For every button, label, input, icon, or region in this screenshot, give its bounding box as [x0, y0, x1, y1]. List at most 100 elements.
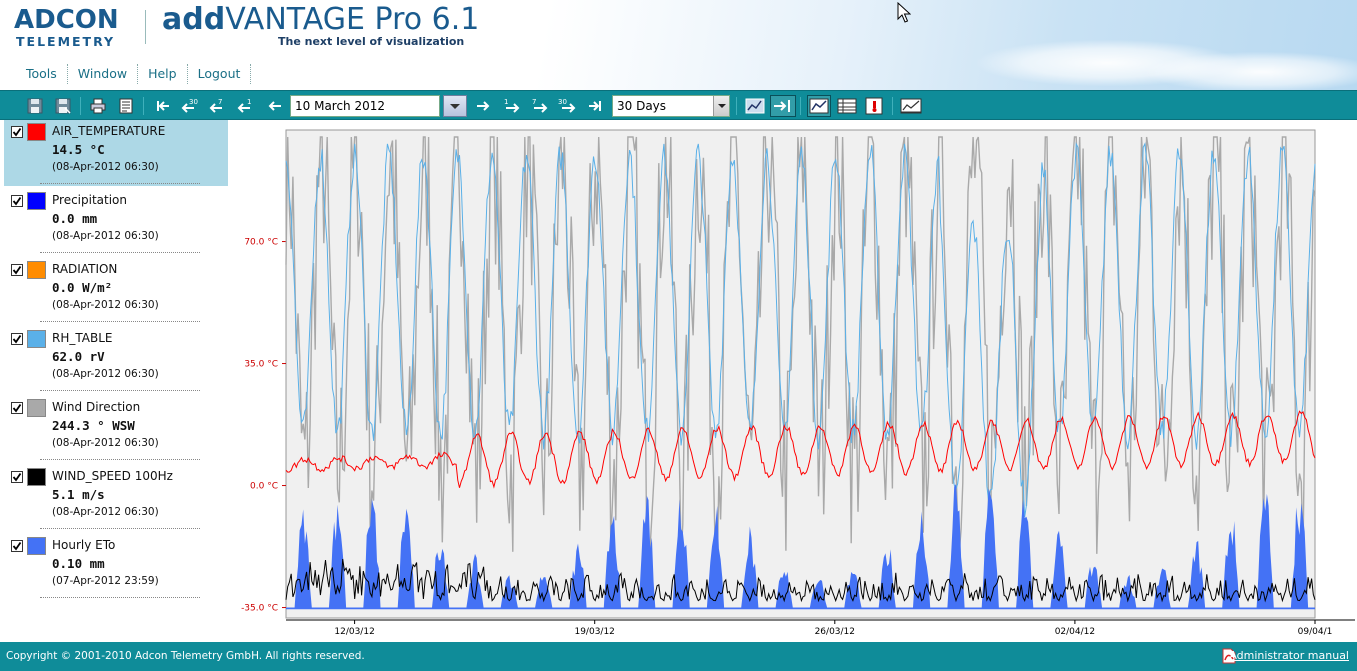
divider — [40, 390, 200, 391]
sensor-color-swatch[interactable] — [27, 468, 46, 486]
sensor-checkbox[interactable] — [11, 264, 23, 276]
autoscroll-toggle-icon[interactable] — [770, 95, 796, 117]
sensor-checkbox[interactable] — [11, 540, 23, 552]
x-tick-label: 02/04/12 — [1055, 627, 1095, 637]
sensor-item-wind-direction[interactable]: Wind Direction 244.3 ° WSW (08-Apr-2012 06… — [4, 396, 228, 462]
alarm-view-icon[interactable] — [864, 97, 884, 115]
forward-arrow-icon[interactable] — [474, 97, 492, 115]
svg-text:1: 1 — [504, 98, 508, 106]
date-field[interactable]: 10 March 2012 — [290, 95, 440, 117]
sensor-item-wind-speed-100hz[interactable]: WIND_SPEED 100Hz 5.1 m/s (08-Apr-2012 06:3… — [4, 465, 228, 531]
sensor-name: Precipitation — [52, 193, 128, 207]
sensor-value: 0.0 W/m² — [52, 280, 113, 295]
administrator-manual-link[interactable]: Administrator manual — [1229, 649, 1349, 662]
go-to-end-icon[interactable] — [586, 97, 604, 115]
sensor-checkbox[interactable] — [11, 195, 23, 207]
save-icon[interactable] — [26, 97, 44, 115]
x-tick-label: 19/03/12 — [574, 627, 614, 637]
calendar-dropdown-button[interactable] — [443, 95, 467, 117]
divider — [40, 183, 200, 184]
header-divider — [145, 10, 146, 44]
sensor-color-swatch[interactable] — [27, 330, 46, 348]
sensor-value: 14.5 °C — [52, 142, 105, 157]
menu-item-logout[interactable]: Logout — [188, 64, 252, 84]
forward-30-days-icon[interactable]: 30 — [556, 97, 578, 115]
back-7-days-icon[interactable]: 7 — [208, 97, 230, 115]
chevron-down-icon[interactable] — [713, 96, 729, 116]
svg-text:1: 1 — [247, 98, 251, 106]
sensor-item-radiation[interactable]: RADIATION 0.0 W/m² (08-Apr-2012 06:30) — [4, 258, 228, 324]
y-tick-label: 35.0 °C — [244, 360, 278, 370]
svg-text:30: 30 — [189, 98, 198, 106]
divider — [40, 459, 200, 460]
logo-text: ADCON — [14, 5, 119, 35]
sensor-chart[interactable]: -35.0 °C 0.0 °C 35.0 °C 70.0 °C 12/03/12 19/0… — [232, 122, 1357, 640]
sensor-color-swatch[interactable] — [27, 399, 46, 417]
sensor-name: Hourly ETo — [52, 538, 116, 552]
plot-area — [285, 129, 1316, 619]
y-tick-label: 70.0 °C — [244, 238, 278, 248]
x-tick-label: 09/04/1 — [1298, 627, 1333, 637]
toolbar: 30 7 1 10 March 2012 1 7 30 30 Days — [0, 90, 1357, 120]
sensor-timestamp: (08-Apr-2012 06:30) — [52, 506, 159, 518]
sensor-color-swatch[interactable] — [27, 261, 46, 279]
sensor-item-air-temperature[interactable]: AIR_TEMPERATURE 14.5 °C (08-Apr-2012 06:30… — [4, 120, 228, 186]
app-subtitle: The next level of visualization — [278, 35, 465, 48]
report-view-icon[interactable] — [900, 97, 922, 115]
sensor-checkbox[interactable] — [11, 402, 23, 414]
graph-options-icon[interactable] — [745, 97, 765, 115]
period-select[interactable]: 30 Days — [612, 95, 730, 117]
y-tick-label: 0.0 °C — [250, 482, 278, 492]
sensor-item-rh-table[interactable]: RH_TABLE 62.0 rV (08-Apr-2012 06:30) — [4, 327, 228, 393]
forward-1-day-icon[interactable]: 1 — [500, 97, 522, 115]
sensor-value: 5.1 m/s — [52, 487, 105, 502]
go-to-start-icon[interactable] — [154, 97, 172, 115]
footer: Copyright © 2001-2010 Adcon Telemetry Gm… — [0, 642, 1357, 671]
back-30-days-icon[interactable]: 30 — [180, 97, 202, 115]
header: ADCON TELEMETRY addVANTAGE Pro 6.1 The n… — [0, 0, 1357, 92]
main-menu: Tools Window Help Logout — [16, 64, 252, 84]
svg-text:7: 7 — [532, 98, 536, 106]
sensor-item-hourly-eto[interactable]: Hourly ETo 0.10 mm (07-Apr-2012 23:59) — [4, 534, 228, 600]
sensor-checkbox[interactable] — [11, 471, 23, 483]
forward-7-days-icon[interactable]: 7 — [528, 97, 550, 115]
divider — [40, 252, 200, 253]
sensor-name: RADIATION — [52, 262, 118, 276]
sensor-color-swatch[interactable] — [27, 192, 46, 210]
print-preview-icon[interactable] — [117, 97, 135, 115]
app-title: addVANTAGE Pro 6.1 — [162, 2, 480, 37]
sensor-checkbox[interactable] — [11, 333, 23, 345]
menu-item-tools[interactable]: Tools — [16, 64, 68, 84]
sensor-color-swatch[interactable] — [27, 537, 46, 555]
sensor-value: 62.0 rV — [52, 349, 105, 364]
y-tick-label: -35.0 °C — [241, 604, 278, 614]
menu-item-window[interactable]: Window — [68, 64, 139, 84]
save-as-icon[interactable] — [54, 97, 72, 115]
sensor-color-swatch[interactable] — [27, 123, 46, 141]
sensor-timestamp: (08-Apr-2012 06:30) — [52, 368, 159, 380]
mouse-cursor-icon — [897, 2, 911, 23]
svg-text:30: 30 — [558, 98, 567, 106]
sensor-item-precipitation[interactable]: Precipitation 0.0 mm (08-Apr-2012 06:30) — [4, 189, 228, 255]
sensor-name: AIR_TEMPERATURE — [52, 124, 166, 138]
back-arrow-icon[interactable] — [266, 97, 284, 115]
sensor-value: 244.3 ° WSW — [52, 418, 135, 433]
sensor-value: 0.10 mm — [52, 556, 105, 571]
back-1-day-icon[interactable]: 1 — [236, 97, 258, 115]
sensor-value: 0.0 mm — [52, 211, 98, 226]
print-icon[interactable] — [89, 97, 107, 115]
sensor-name: WIND_SPEED 100Hz — [52, 469, 173, 483]
sensor-name: RH_TABLE — [52, 331, 113, 345]
graph-view-icon[interactable] — [807, 95, 831, 117]
sensor-timestamp: (08-Apr-2012 06:30) — [52, 230, 159, 242]
sensor-checkbox[interactable] — [11, 126, 23, 138]
menu-item-help[interactable]: Help — [138, 64, 188, 84]
sensor-timestamp: (08-Apr-2012 06:30) — [52, 161, 159, 173]
sensor-timestamp: (08-Apr-2012 06:30) — [52, 299, 159, 311]
app-window: ADCON TELEMETRY addVANTAGE Pro 6.1 The n… — [0, 0, 1357, 671]
sensor-timestamp: (08-Apr-2012 06:30) — [52, 437, 159, 449]
sensor-timestamp: (07-Apr-2012 23:59) — [52, 575, 159, 587]
divider — [40, 528, 200, 529]
table-view-icon[interactable] — [837, 97, 857, 115]
divider — [40, 597, 200, 598]
